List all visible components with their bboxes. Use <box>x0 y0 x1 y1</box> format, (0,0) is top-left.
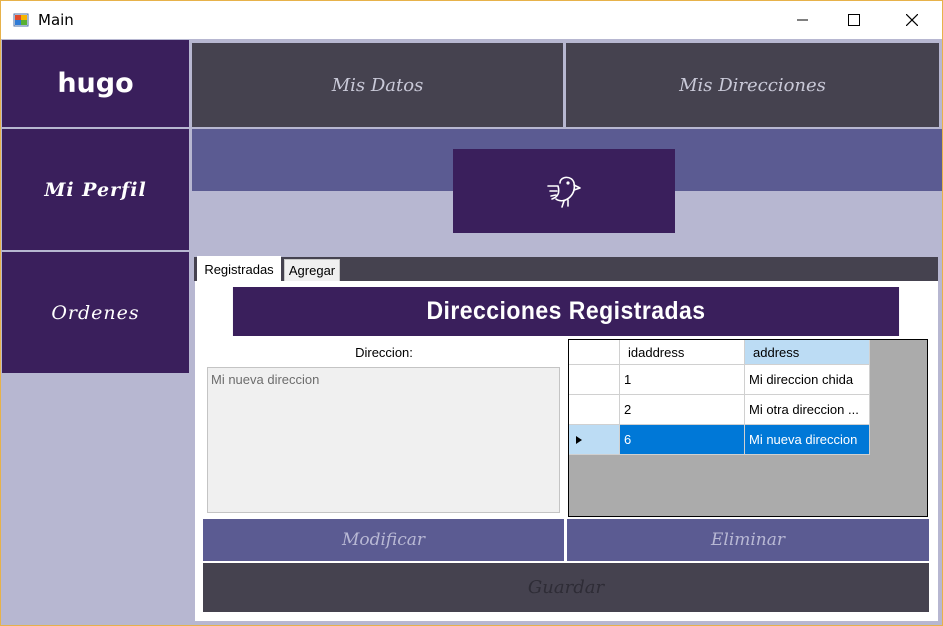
modificar-button[interactable]: Modificar <box>203 519 564 561</box>
grid-cell-idaddress[interactable]: 1 <box>620 365 745 395</box>
close-button[interactable] <box>889 1 935 39</box>
logo-box <box>453 149 675 233</box>
grid-row-header[interactable] <box>569 395 620 425</box>
guardar-button[interactable]: Guardar <box>203 563 929 612</box>
nav-mis-direcciones-button[interactable]: Mis Direcciones <box>566 43 939 127</box>
sidebar-item-ordenes[interactable]: Ordenes <box>2 252 189 373</box>
maximize-button[interactable] <box>831 1 877 39</box>
tab-registradas[interactable]: Registradas <box>197 256 281 282</box>
grid-row-header-selected[interactable] <box>569 425 620 455</box>
main-window: Main hugo Mi Perfil Ordenes Mis Datos Mi… <box>0 0 943 626</box>
bird-icon <box>547 176 581 208</box>
grid-header-idaddress[interactable]: idaddress <box>620 340 745 365</box>
maximize-icon <box>848 14 860 26</box>
title-bar: Main <box>1 1 942 39</box>
addresses-grid[interactable]: idaddress address 1 Mi direccion chida 2… <box>568 339 928 517</box>
grid-cell-idaddress-selected[interactable]: 6 <box>620 425 745 455</box>
grid-cell-address[interactable]: Mi direccion chida <box>745 365 870 395</box>
grid-cell-idaddress[interactable]: 2 <box>620 395 745 425</box>
current-row-arrow-icon <box>576 435 582 444</box>
sidebar-username[interactable]: hugo <box>2 40 189 127</box>
minimize-icon <box>797 19 808 21</box>
grid-row-header[interactable] <box>569 365 620 395</box>
window-title: Main <box>38 11 74 29</box>
sidebar-item-mi-perfil[interactable]: Mi Perfil <box>2 129 189 250</box>
direccion-label: Direccion: <box>355 345 413 360</box>
section-title: Direcciones Registradas <box>232 287 900 336</box>
eliminar-button[interactable]: Eliminar <box>567 519 929 561</box>
nav-mis-datos-button[interactable]: Mis Datos <box>192 43 563 127</box>
minimize-button[interactable] <box>780 1 826 39</box>
direccion-textarea[interactable]: Mi nueva direccion <box>207 367 560 513</box>
grid-cell-address[interactable]: Mi otra direccion ... <box>745 395 870 425</box>
app-icon <box>13 13 29 27</box>
grid-corner-header[interactable] <box>569 340 620 365</box>
close-icon <box>906 14 918 26</box>
tab-agregar[interactable]: Agregar <box>284 259 340 281</box>
grid-cell-address-selected[interactable]: Mi nueva direccion <box>745 425 870 455</box>
grid-header-address[interactable]: address <box>745 340 870 365</box>
